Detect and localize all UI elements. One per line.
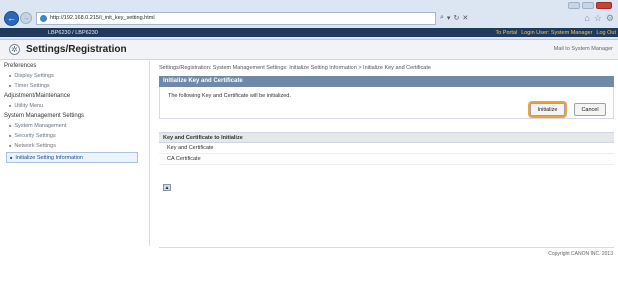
sidebar-category-preferences[interactable]: Preferences <box>0 61 149 71</box>
breadcrumb: Settings/Registration: System Management… <box>159 65 431 71</box>
address-tools: ⌕ ▾ ↻ ✕ <box>440 14 468 22</box>
list-item: CA Certificate <box>159 154 614 165</box>
footer-divider <box>159 247 614 248</box>
star-icon[interactable]: ☆ <box>594 13 602 24</box>
window-controls <box>568 2 612 9</box>
initialize-button[interactable]: Initialize <box>530 103 565 116</box>
sidebar-item-system-management[interactable]: ■ System Management <box>0 121 149 131</box>
page-title: Settings/Registration <box>26 44 127 55</box>
arrow-left-icon: ← <box>7 13 16 23</box>
dropdown-icon[interactable]: ▾ <box>447 14 451 22</box>
arrow-right-icon: → <box>22 14 30 22</box>
model-bar: LBP6230 / LBP6230 To Portal Login User: … <box>0 28 618 37</box>
address-url: http://192.168.0.215/i_init_key_setting.… <box>50 15 155 21</box>
to-portal-link[interactable]: To Portal <box>495 30 517 36</box>
logout-link[interactable]: Log Out <box>596 30 616 36</box>
refresh-icon[interactable]: ↻ <box>453 14 459 22</box>
sidebar-item-security-settings[interactable]: ■ Security Settings <box>0 131 149 141</box>
mail-to-system-manager-link[interactable]: Mail to System Manager <box>554 46 613 52</box>
sidebar-item-utility-menu[interactable]: ■ Utility Menu <box>0 101 149 111</box>
cancel-button[interactable]: Cancel <box>574 103 606 116</box>
list-item: Key and Certificate <box>159 143 614 154</box>
bullet-icon: ■ <box>9 73 12 78</box>
sidebar-item-display-settings[interactable]: ■ Display Settings <box>0 71 149 81</box>
sidebar-item-network-settings[interactable]: ■ Network Settings <box>0 141 149 151</box>
minimize-button[interactable] <box>568 2 580 9</box>
sidebar-category-adjustment[interactable]: Adjustment/Maintenance <box>0 91 149 101</box>
page-header: ✲ Settings/Registration Mail to System M… <box>0 40 618 60</box>
up-arrow-icon: ▲ <box>164 184 170 191</box>
settings-gear-icon: ✲ <box>9 44 20 55</box>
sidebar-category-system-management[interactable]: System Management Settings <box>0 111 149 121</box>
forward-button[interactable]: → <box>20 12 32 24</box>
panel-message: The following Key and Certificate will b… <box>168 93 291 99</box>
home-icon[interactable]: ⌂ <box>584 13 589 24</box>
bullet-icon: ■ <box>9 133 12 138</box>
navigation-bar: ← → http://192.168.0.215/i_init_key_sett… <box>4 9 614 27</box>
initialize-panel: The following Key and Certificate will b… <box>159 87 614 119</box>
stop-icon[interactable]: ✕ <box>462 14 468 22</box>
address-bar[interactable]: http://192.168.0.215/i_init_key_setting.… <box>36 11 436 25</box>
main-content: Settings/Registration: System Management… <box>159 61 614 191</box>
sidebar-item-initialize-setting-information[interactable]: ■ Initialize Setting Information <box>6 152 138 163</box>
search-icon[interactable]: ⌕ <box>440 14 444 22</box>
copyright-text: Copyright CANON INC. 2013 <box>548 251 613 257</box>
bullet-icon: ■ <box>9 83 12 88</box>
back-to-top-button[interactable]: ▲ <box>163 184 171 191</box>
back-button[interactable]: ← <box>4 10 19 26</box>
sidebar: Preferences ■ Display Settings ■ Timer S… <box>0 61 150 246</box>
bullet-icon: ■ <box>9 123 12 128</box>
browser-icons: ⌂ ☆ ⚙ <box>584 13 614 24</box>
bullet-icon: ■ <box>10 154 13 160</box>
panel-title: Initialize Key and Certificate <box>159 76 614 87</box>
bullet-icon: ■ <box>9 143 12 148</box>
site-icon <box>40 14 47 22</box>
login-user: Login User: System Manager <box>521 29 593 36</box>
close-window-button[interactable] <box>596 2 612 9</box>
bullet-icon: ■ <box>9 103 12 108</box>
section-title: Key and Certificate to Initialize <box>159 132 614 143</box>
top-links: To Portal Login User: System Manager Log… <box>495 30 616 36</box>
maximize-button[interactable] <box>582 2 594 9</box>
sidebar-item-timer-settings[interactable]: ■ Timer Settings <box>0 81 149 91</box>
gear-icon[interactable]: ⚙ <box>606 13 614 24</box>
model-name: LBP6230 / LBP6230 <box>48 29 98 36</box>
